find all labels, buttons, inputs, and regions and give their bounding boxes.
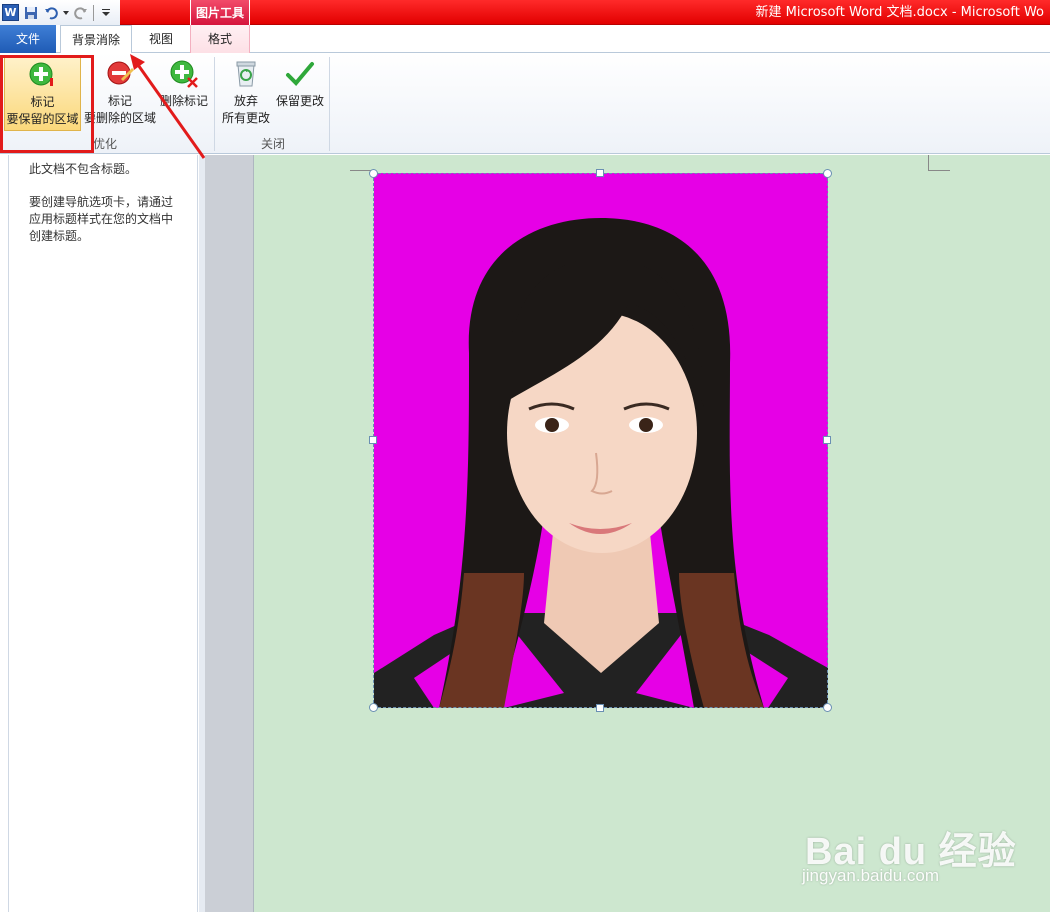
ribbon-tabs: 文件 背景消除 视图 格式	[0, 25, 1050, 54]
customize-toolbar-icon[interactable]	[98, 5, 114, 21]
keep-changes-button[interactable]: 保留更改	[274, 57, 326, 131]
resize-handle-bottom-left[interactable]	[369, 703, 378, 712]
recycle-bin-icon	[231, 59, 261, 89]
headings-instructions: 要创建导航选项卡，请通过应用标题样式在您的文档中创建标题。	[29, 195, 174, 243]
navigation-pane-content: 此文档不包含标题。 要创建导航选项卡，请通过应用标题样式在您的文档中创建标题。	[8, 155, 198, 912]
word-app-icon[interactable]: W	[2, 4, 19, 21]
quick-access-toolbar: W	[0, 0, 120, 25]
delete-mark-icon	[169, 59, 199, 89]
undo-icon[interactable]	[43, 5, 59, 21]
tab-view[interactable]: 视图	[138, 25, 184, 53]
checkmark-icon	[285, 59, 315, 89]
annotation-highlight-box	[0, 55, 94, 153]
resize-handle-top[interactable]	[596, 169, 604, 177]
tab-format[interactable]: 格式	[190, 25, 250, 53]
tab-background-removal[interactable]: 背景消除	[60, 25, 132, 54]
picture-selection-border	[373, 173, 828, 708]
group-label-close: 关闭	[260, 137, 285, 151]
minus-pencil-icon	[105, 59, 135, 89]
tab-file[interactable]: 文件	[0, 25, 56, 53]
resize-handle-left[interactable]	[369, 436, 377, 444]
page-corner-mark	[928, 170, 950, 171]
toolbar-separator	[93, 4, 94, 21]
resize-handle-top-left[interactable]	[369, 169, 378, 178]
page-corner-mark	[928, 155, 929, 171]
resize-handle-right[interactable]	[823, 436, 831, 444]
ribbon: 标记 要保留的区域 标记 要删除的区域 删除标记 优化 放弃 所有更改 保留更改…	[0, 53, 1050, 154]
resize-handle-top-right[interactable]	[823, 169, 832, 178]
resize-handle-bottom[interactable]	[596, 704, 604, 712]
window-title: 新建 Microsoft Word 文档.docx - Microsoft Wo	[755, 5, 1044, 20]
watermark-url: jingyan.baidu.com	[802, 866, 940, 885]
resize-handle-bottom-right[interactable]	[823, 703, 832, 712]
group-separator	[329, 57, 330, 151]
baidu-jingyan-watermark: Bai du 经验 jingyan.baidu.com	[800, 800, 1016, 890]
redo-icon[interactable]	[73, 5, 89, 21]
picture-tools-context-label: 图片工具	[190, 0, 250, 25]
mark-areas-to-remove-button[interactable]: 标记 要删除的区域	[84, 57, 156, 131]
no-headings-message: 此文档不包含标题。	[29, 162, 138, 176]
delete-mark-button[interactable]: 删除标记	[158, 57, 210, 131]
group-separator	[214, 57, 215, 151]
undo-dropdown-icon[interactable]	[63, 5, 69, 21]
save-icon[interactable]	[23, 5, 39, 21]
navigation-pane: 此文档不包含标题。 要创建导航选项卡，请通过应用标题样式在您的文档中创建标题。	[0, 155, 205, 912]
discard-all-changes-button[interactable]: 放弃 所有更改	[220, 57, 272, 131]
title-bar: W 图片工具 新建 Microsoft Word 文档.docx - Micro…	[0, 0, 1050, 25]
